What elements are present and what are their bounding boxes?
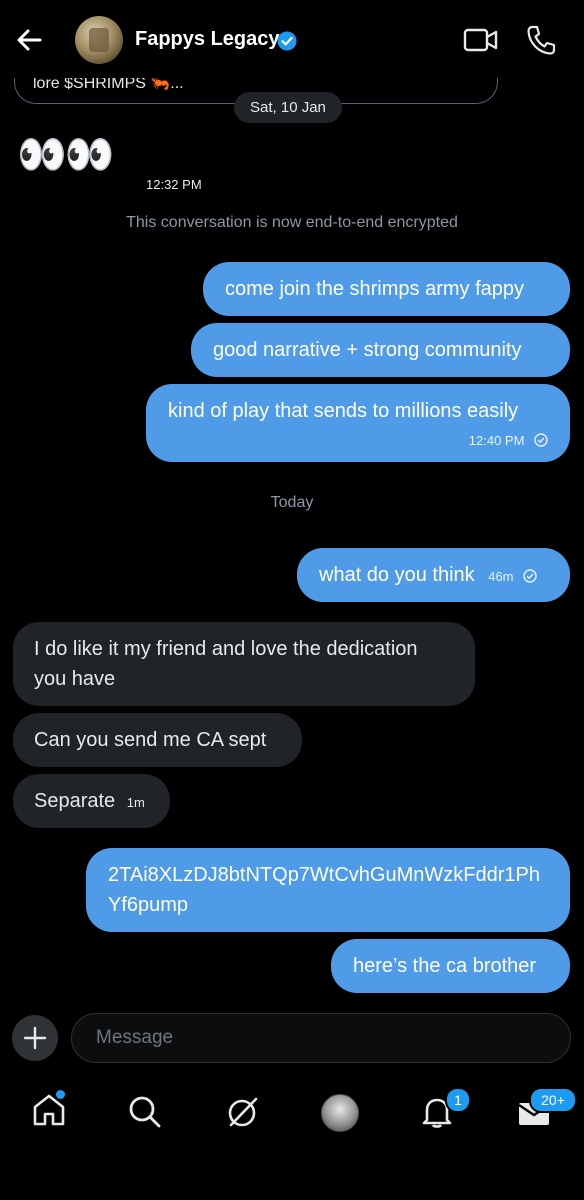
grok-icon[interactable] [225, 1094, 261, 1130]
messages-badge: 20+ [529, 1087, 577, 1113]
sent-check-icon [523, 569, 537, 583]
sent-message-bubble[interactable]: come join the shrimps army fappy [203, 262, 570, 316]
message-text: Separate [34, 790, 116, 812]
sent-message-bubble[interactable]: 2TAi8XLzDJ8btNTQp7WtCvhGuMnWzkFddr1PhYf6… [86, 848, 570, 932]
sent-message-bubble[interactable]: here’s the ca brother [331, 939, 570, 993]
message-text: kind of play that sends to millions easi… [168, 400, 519, 422]
bottom-navigation [0, 1080, 584, 1200]
video-call-icon[interactable] [463, 26, 499, 54]
message-text: what do you think [319, 564, 475, 586]
date-separator: Today [270, 494, 314, 511]
home-unread-dot [56, 1090, 65, 1099]
notifications-badge: 1 [445, 1087, 471, 1113]
received-message-bubble[interactable]: I do like it my friend and love the dedi… [13, 622, 475, 706]
add-attachment-button[interactable] [12, 1015, 58, 1061]
message-timestamp: 12:40 PM [468, 433, 525, 448]
plus-icon [23, 1026, 47, 1050]
emoji-message: 👀👀 [17, 133, 115, 177]
contact-avatar[interactable] [75, 16, 123, 64]
message-input[interactable] [71, 1013, 571, 1063]
profile-avatar[interactable] [321, 1094, 359, 1132]
received-message-bubble[interactable]: Separate 1m [13, 774, 170, 828]
received-message-bubble[interactable]: Can you send me CA sept [13, 713, 302, 767]
verified-badge-icon [277, 31, 297, 51]
contact-name[interactable]: Fappys Legacy [135, 28, 280, 51]
sent-message-bubble[interactable]: what do you think 46m [297, 548, 570, 602]
sent-message-bubble[interactable]: good narrative + strong community [191, 323, 570, 377]
arrow-left-icon[interactable] [10, 22, 50, 58]
message-timestamp: 12:32 PM [146, 177, 202, 192]
encryption-notice: This conversation is now end-to-end encr… [126, 214, 458, 231]
message-timestamp: 46m [488, 569, 514, 584]
sent-check-icon [534, 433, 548, 447]
phone-icon[interactable] [526, 24, 556, 56]
search-icon[interactable] [127, 1094, 163, 1130]
date-separator: Sat, 10 Jan [234, 92, 342, 123]
sent-message-bubble[interactable]: kind of play that sends to millions easi… [146, 384, 570, 462]
message-meta: 12:40 PM [168, 424, 548, 456]
message-timestamp: 1m [126, 795, 145, 810]
